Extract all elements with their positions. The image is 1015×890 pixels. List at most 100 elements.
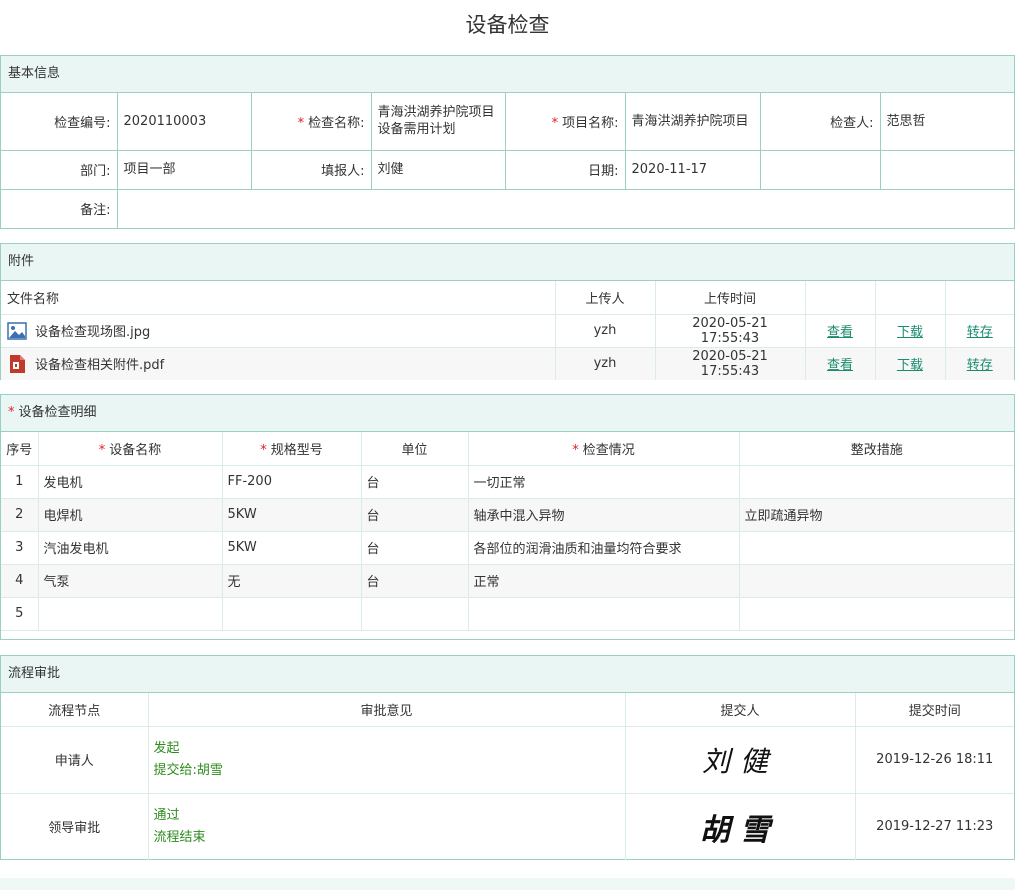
date-value: 2020-11-17 — [625, 150, 761, 190]
row-no: 5 — [1, 597, 39, 631]
attachments-header: 附件 — [1, 244, 1014, 281]
detail-header: * 设备检查明细 — [1, 395, 1014, 432]
save-link[interactable]: 转存 — [967, 325, 993, 340]
flow-header-row: 流程节点 审批意见 提交人 提交时间 — [1, 693, 1014, 727]
row-no: 2 — [1, 498, 39, 532]
footer-bar — [0, 878, 1015, 890]
attachments-section: 附件 文件名称 上传人 上传时间 设备检查现场图.jpg yzh 2020-05… — [0, 243, 1015, 380]
flow-table: 流程节点 审批意见 提交人 提交时间 申请人 发起 提交给:胡雪 刘健 2019… — [1, 693, 1014, 860]
device-name: 汽油发电机 — [38, 531, 223, 565]
submit-time: 2019-12-26 18:11 — [855, 726, 1014, 794]
table-row: 1 发电机 FF-200 台 一切正常 — [1, 465, 1014, 499]
table-row: 3 汽油发电机 5KW 台 各部位的润滑油质和油量均符合要求 — [1, 531, 1014, 565]
required-mark: * — [297, 115, 305, 131]
col-unit: 单位 — [361, 432, 469, 466]
dept-value: 项目一部 — [117, 150, 252, 190]
view-link[interactable]: 查看 — [827, 358, 853, 373]
flow-node: 申请人 — [1, 726, 149, 794]
empty-cell — [760, 150, 881, 190]
save-link[interactable]: 转存 — [967, 358, 993, 373]
check-name-label: * 检查名称: — [251, 93, 372, 151]
device-unit: 台 — [361, 498, 469, 532]
row-no: 1 — [1, 465, 39, 499]
project-name-label: * 项目名称: — [505, 93, 626, 151]
measure — [739, 465, 1014, 499]
device-name: 气泵 — [38, 564, 223, 598]
flow-row: 领导审批 通过 流程结束 胡雪 2019-12-27 11:23 — [1, 793, 1014, 860]
signature: 刘健 — [701, 744, 778, 778]
check-status: 各部位的润滑油质和油量均符合要求 — [468, 531, 740, 565]
col-file-name: 文件名称 — [1, 281, 556, 315]
pdf-file-icon — [7, 354, 27, 374]
signature: 胡雪 — [700, 812, 780, 848]
col-status: * 检查情况 — [468, 432, 740, 466]
submit-time: 2019-12-27 11:23 — [876, 819, 994, 835]
device-name: 电焊机 — [38, 498, 223, 532]
page-title: 设备检查 — [465, 13, 550, 37]
col-action — [805, 281, 876, 315]
basic-info-section: 基本信息 检查编号: 2020110003 * 检查名称: 青海洪湖养护院项目设备… — [0, 55, 1015, 229]
opinion-line: 流程结束 — [153, 829, 206, 845]
table-row: 5 — [1, 597, 1014, 631]
check-status: 一切正常 — [468, 465, 740, 499]
device-name — [38, 597, 223, 631]
device-unit — [361, 597, 469, 631]
project-name-value: 青海洪湖养护院项目 — [625, 93, 761, 151]
inspector-value: 范思哲 — [880, 93, 1014, 151]
row-no: 4 — [1, 564, 39, 598]
col-upload-time: 上传时间 — [655, 281, 806, 315]
attachment-row: 设备检查现场图.jpg yzh 2020-05-21 17:55:43 查看 下… — [1, 314, 1014, 348]
download-link[interactable]: 下载 — [897, 358, 923, 373]
opinion-line: 通过 — [153, 807, 180, 823]
col-no: 序号 — [1, 432, 39, 466]
col-measure: 整改措施 — [739, 432, 1014, 466]
upload-time: 2020-05-21 17:55:43 — [655, 347, 806, 380]
check-status — [468, 597, 740, 631]
device-model: 5KW — [222, 498, 362, 532]
date-label: 日期: — [505, 150, 626, 190]
signature-cell: 胡雪 — [625, 793, 856, 860]
check-no-value: 2020110003 — [117, 93, 252, 151]
check-status: 正常 — [468, 564, 740, 598]
uploader: yzh — [555, 347, 656, 380]
basic-info-header: 基本信息 — [1, 56, 1014, 93]
device-name: 发电机 — [38, 465, 223, 499]
device-unit: 台 — [361, 531, 469, 565]
col-submitter: 提交人 — [625, 693, 856, 727]
detail-section: * 设备检查明细 序号 * 设备名称 * 规格型号 单位 * 检查情况 整改措施 1 发… — [0, 394, 1015, 640]
required-mark: * — [551, 115, 559, 131]
measure — [739, 597, 1014, 631]
image-file-icon — [7, 321, 27, 341]
download-link[interactable]: 下载 — [897, 325, 923, 340]
remark-value — [117, 189, 1014, 228]
attachments-table: 文件名称 上传人 上传时间 设备检查现场图.jpg yzh 2020-05-21… — [1, 281, 1014, 380]
row-no: 3 — [1, 531, 39, 565]
device-model: 5KW — [222, 531, 362, 565]
check-no-label: 检查编号: — [1, 93, 118, 151]
col-model: * 规格型号 — [222, 432, 362, 466]
flow-opinion: 发起 提交给:胡雪 — [148, 726, 626, 794]
measure — [739, 531, 1014, 565]
remark-label: 备注: — [1, 189, 118, 228]
flow-approval-header: 流程审批 — [1, 656, 1014, 693]
flow-row: 申请人 发起 提交给:胡雪 刘健 2019-12-26 18:11 — [1, 726, 1014, 794]
col-node: 流程节点 — [1, 693, 149, 727]
col-action — [945, 281, 1014, 315]
device-model: FF-200 — [222, 465, 362, 499]
check-status: 轴承中混入异物 — [468, 498, 740, 532]
detail-table: 序号 * 设备名称 * 规格型号 单位 * 检查情况 整改措施 1 发电机 FF-20… — [1, 432, 1014, 631]
flow-opinion: 通过 流程结束 — [148, 793, 626, 860]
col-uploader: 上传人 — [555, 281, 656, 315]
view-link[interactable]: 查看 — [827, 325, 853, 340]
device-model: 无 — [222, 564, 362, 598]
measure — [739, 564, 1014, 598]
file-name[interactable]: 设备检查相关附件.pdf — [35, 354, 164, 373]
reporter-value: 刘健 — [371, 150, 506, 190]
flow-node: 领导审批 — [1, 793, 149, 860]
device-model — [222, 597, 362, 631]
flow-approval-section: 流程审批 流程节点 审批意见 提交人 提交时间 申请人 发起 提交给:胡雪 刘健… — [0, 655, 1015, 860]
opinion-line: 发起 — [153, 740, 180, 756]
upload-time: 2020-05-21 17:55:43 — [655, 314, 806, 348]
detail-header-row: 序号 * 设备名称 * 规格型号 单位 * 检查情况 整改措施 — [1, 432, 1014, 466]
file-name[interactable]: 设备检查现场图.jpg — [35, 321, 150, 340]
